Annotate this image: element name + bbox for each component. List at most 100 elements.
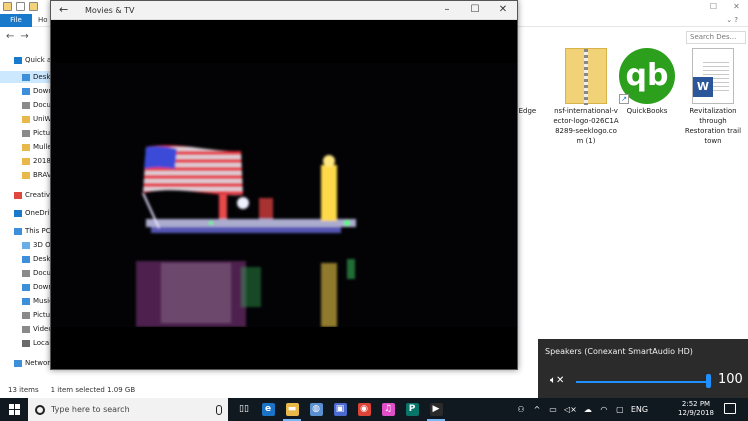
nav-item[interactable]: UniWe — [0, 113, 52, 125]
back-arrow-icon[interactable]: ← — [59, 3, 68, 16]
download-folder-icon — [22, 283, 30, 291]
nav-item[interactable]: 3D Obj — [0, 239, 52, 251]
taskbar-app-button[interactable]: P — [400, 398, 424, 421]
store-icon: ▣ — [333, 403, 347, 416]
download-folder-icon — [22, 87, 30, 95]
nav-item[interactable]: Docum — [0, 267, 52, 279]
back-arrow-icon[interactable]: ← — [6, 31, 14, 42]
taskbar-app-button[interactable]: ♫ — [376, 398, 400, 421]
folder-icon[interactable] — [3, 2, 12, 11]
navigation-pane: Quick ac Deskt Downl Docu UniWe Picture Mullet… — [0, 54, 52, 374]
word-document-icon: W — [692, 48, 734, 104]
nav-item[interactable]: Picture — [0, 309, 52, 321]
explorer-close-icon[interactable]: ✕ — [725, 0, 748, 14]
file-tile-zip[interactable]: nsf-international-vector-logo-026C1A8289… — [553, 48, 619, 146]
movies-title-bar: ← Movies & TV – ☐ ✕ — [51, 1, 517, 20]
pictures-folder-icon — [22, 311, 30, 319]
nav-item[interactable]: Deskto — [0, 253, 52, 265]
nav-item-label: This PC — [25, 227, 51, 235]
volume-slider-thumb[interactable] — [706, 374, 711, 388]
microphone-icon[interactable] — [216, 404, 222, 415]
explorer-search-input[interactable]: Search Des... — [686, 31, 746, 44]
ribbon-tab-home[interactable]: Ho — [38, 14, 48, 27]
quick-access-toolbar — [3, 2, 38, 11]
explorer-status-bar: 13 items 1 item selected 1.09 GB — [0, 384, 515, 396]
taskbar-app-button[interactable]: ◉ — [352, 398, 376, 421]
nav-item[interactable]: Videos — [0, 323, 52, 335]
folder-icon — [22, 157, 30, 165]
taskbar-clock[interactable]: 2:52 PM 12/9/2018 — [674, 400, 718, 418]
desktop-folder-icon — [22, 255, 30, 263]
nav-item-label: Network — [25, 359, 52, 367]
nav-item[interactable]: Downl — [0, 85, 52, 97]
volume-muted-icon[interactable]: ◁× — [564, 405, 577, 414]
network-icon — [14, 359, 22, 367]
nav-item[interactable]: Creative — [0, 189, 52, 201]
taskbar-app-button[interactable]: ▣ — [328, 398, 352, 421]
file-tile-word[interactable]: W Revitalization through Restoration tra… — [679, 48, 747, 146]
ribbon-expand-icon[interactable]: ⌄ ? — [726, 16, 738, 24]
file-label: QuickBooks — [626, 107, 668, 115]
battery-icon[interactable]: ▭ — [548, 405, 558, 414]
properties-check-icon[interactable] — [16, 2, 25, 11]
maximize-icon[interactable]: ☐ — [461, 1, 489, 20]
video-frame[interactable] — [51, 63, 517, 327]
wifi-icon[interactable]: ◠ — [599, 405, 609, 414]
file-tile-quickbooks[interactable]: qb ↗ QuickBooks — [613, 48, 681, 116]
movies-window-controls: – ☐ ✕ — [433, 1, 517, 20]
clock-time: 2:52 PM — [681, 400, 711, 408]
volume-slider-track[interactable] — [576, 381, 710, 383]
onedrive-cloud-icon[interactable]: ☁ — [583, 405, 593, 414]
minimize-icon[interactable]: – — [433, 1, 461, 20]
start-button[interactable] — [0, 398, 28, 421]
tray-overflow-chevron-icon[interactable]: ^ — [532, 405, 542, 414]
close-icon[interactable]: ✕ — [489, 1, 517, 20]
nav-item[interactable]: 2018 — [0, 155, 52, 167]
pictures-folder-icon — [22, 129, 30, 137]
file-label: Revitalization through Restoration trail… — [684, 107, 742, 145]
new-folder-icon[interactable] — [29, 2, 38, 11]
nav-item[interactable]: Network — [0, 357, 52, 369]
nav-item-label: OneDriv — [25, 209, 52, 217]
nav-item[interactable]: OneDriv — [0, 207, 52, 219]
nav-item[interactable]: Docu — [0, 99, 52, 111]
taskbar-app-button[interactable]: ◍ — [304, 398, 328, 421]
taskbar-search-box[interactable]: Type here to search — [28, 398, 228, 421]
taskbar-app-button[interactable]: ▬ — [280, 398, 304, 421]
nav-item[interactable]: Downl — [0, 281, 52, 293]
volume-flyout: Speakers (Conexant SmartAudio HD) 🔈︎✕ 10… — [538, 339, 748, 398]
videos-folder-icon — [22, 325, 30, 333]
items-count: 13 items — [8, 386, 39, 394]
chrome-icon: ◉ — [357, 403, 371, 416]
nav-item[interactable]: BRAVE — [0, 169, 52, 181]
nav-item[interactable]: Music — [0, 295, 52, 307]
nav-item[interactable]: Local D — [0, 337, 52, 349]
star-icon — [14, 56, 22, 64]
system-tray: ⚇ ^ ▭ ◁× ☁ ◠ ▢ ENG — [516, 398, 648, 421]
nav-item-label: 2018 — [33, 157, 51, 165]
taskbar-app-button[interactable]: e — [256, 398, 280, 421]
nav-item[interactable]: Mullet — [0, 141, 52, 153]
task-view-icon: ▯▯ — [237, 403, 251, 416]
taskbar-app-button[interactable]: ▯▯ — [232, 398, 256, 421]
input-language[interactable]: ENG — [631, 405, 648, 414]
audio-device-label[interactable]: Speakers (Conexant SmartAudio HD) — [545, 347, 693, 356]
nav-item[interactable]: This PC — [0, 225, 52, 237]
network-icon[interactable]: ▢ — [615, 405, 625, 414]
windows-logo-icon — [8, 404, 20, 415]
people-icon[interactable]: ⚇ — [516, 405, 526, 414]
search-icon — [35, 404, 45, 415]
movies-tv-window: ← Movies & TV – ☐ ✕ — [50, 0, 518, 370]
action-center-icon[interactable] — [724, 403, 736, 414]
shortcut-arrow-icon: ↗ — [619, 94, 629, 104]
nav-item[interactable]: Picture — [0, 127, 52, 139]
taskbar-app-button[interactable]: ▶ — [424, 398, 448, 421]
file-list: e oft Edge nsf-international-vector-logo… — [507, 48, 748, 158]
explorer-maximize-icon[interactable]: ☐ — [702, 0, 725, 14]
forward-arrow-icon[interactable]: → — [20, 31, 28, 42]
speaker-mute-icon[interactable]: 🔈︎✕ — [550, 375, 564, 386]
nav-item[interactable]: Quick ac — [0, 54, 52, 66]
itunes-icon: ♫ — [381, 403, 395, 416]
nav-item[interactable]: Deskt — [0, 71, 52, 83]
ribbon-tab-file[interactable]: File — [0, 14, 32, 27]
